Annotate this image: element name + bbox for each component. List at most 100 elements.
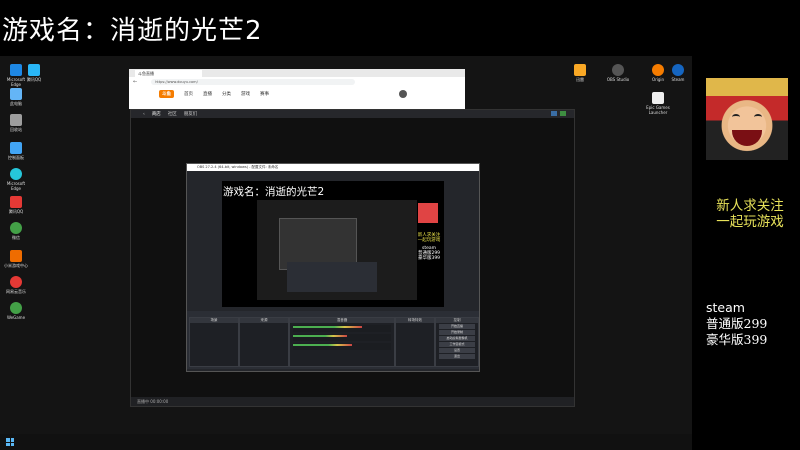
browser-window: 斗鱼直播 ← https://www.douyu.com/ 斗鱼 首页 直播 分… (129, 69, 465, 109)
preview-price-text: steam 普通版299 豪华版399 (417, 246, 441, 261)
nav-item[interactable]: 直播 (203, 91, 212, 97)
obs-preview: 游戏名：消逝的光芒2 新人求关注 一起玩游戏 steam 普通版299 豪华版3… (222, 181, 444, 307)
tab-friends[interactable]: 朋友们 (184, 111, 198, 117)
obs-dock-panels: 场景 来源 混音器 转场特效 控制 开始直播 开始录制 启动虚拟摄像机 工作室模… (187, 311, 479, 369)
follow-message: 新人求关注 一起玩游戏 (700, 198, 800, 230)
qq-icon (28, 64, 40, 76)
mixer-track[interactable] (293, 325, 391, 332)
desktop-icon-obs[interactable]: OBS Studio (604, 64, 632, 82)
preview-follow-text: 新人求关注 一起玩游戏 (417, 233, 441, 243)
virtual-camera-button[interactable]: 启动虚拟摄像机 (439, 336, 475, 341)
price-deluxe: 豪华版399 (706, 332, 768, 347)
browser-tab[interactable]: 斗鱼直播 (135, 70, 202, 77)
nav-item[interactable]: 分类 (222, 91, 231, 97)
preview-avatar (418, 203, 438, 223)
follow-line: 新人求关注 (716, 198, 784, 214)
panel-header: 混音器 (290, 318, 394, 323)
tab-community[interactable]: 社区 (168, 111, 177, 117)
price-normal: 普通版299 (706, 316, 768, 331)
start-recording-button[interactable]: 开始录制 (439, 330, 475, 335)
desktop-icon-wechat[interactable]: 微信 (2, 222, 30, 240)
tab-store[interactable]: 商店 (152, 111, 161, 117)
xunlei-icon (574, 64, 586, 76)
volume-meter (293, 335, 347, 337)
sources-panel: 来源 (239, 317, 289, 367)
control-blue-button[interactable] (551, 111, 557, 116)
wegame-icon (10, 302, 22, 314)
qq-icon (10, 196, 22, 208)
footer-status: 直播中 00:00:00 (137, 399, 169, 404)
nav-item[interactable]: 赛事 (260, 91, 269, 97)
app-footer: 直播中 00:00:00 (131, 397, 574, 406)
site-logo[interactable]: 斗鱼 (159, 90, 174, 98)
desktop-icon-pc[interactable]: 此电脑 (2, 88, 30, 106)
user-avatar[interactable] (399, 90, 407, 98)
panel-header: 转场特效 (396, 318, 434, 323)
desktop-icon-game-center[interactable]: 小米游戏中心 (2, 250, 30, 268)
panel-header: 场景 (190, 318, 238, 323)
settings-button[interactable]: 设置 (439, 348, 475, 353)
recycle-bin-icon (10, 114, 22, 126)
window-controls (551, 111, 566, 116)
stream-title: 游戏名：消逝的光芒2 (2, 16, 263, 46)
desktop-icon-steam[interactable]: Steam (664, 64, 692, 82)
desktop-icon-recycle-bin[interactable]: 回收站 (2, 114, 30, 132)
epic-games-icon (652, 92, 664, 104)
volume-meter (293, 344, 352, 346)
desktop-icon-xunlei[interactable]: 迅雷 (566, 64, 594, 82)
avatar-mouth (732, 130, 762, 146)
browser-address-row: ← https://www.douyu.com/ (129, 77, 465, 86)
preview-stream-title: 游戏名：消逝的光芒2 (223, 186, 325, 198)
app-top-bar: ‹ 商店 社区 朋友们 (131, 110, 574, 118)
edge-icon (10, 168, 22, 180)
nav-item[interactable]: 首页 (184, 91, 193, 97)
avatar-eye (732, 114, 740, 120)
streamer-avatar (706, 78, 788, 160)
desktop-icon-qq-2[interactable]: 腾讯QQ (20, 64, 48, 82)
steam-label: steam (706, 300, 745, 315)
recursive-mixer (287, 262, 377, 292)
obs-title-bar: OBS 27.2.4 (64-bit, windows) - 配置文件: 未命名 (187, 164, 479, 171)
mixer-track[interactable] (293, 334, 391, 341)
back-icon[interactable]: ‹ (143, 112, 145, 117)
music-icon (10, 276, 22, 288)
audio-mixer-panel: 混音器 (289, 317, 395, 367)
origin-icon (652, 64, 664, 76)
obs-icon (612, 64, 624, 76)
desktop-icon-edge-2[interactable]: Microsoft Edge (2, 168, 30, 191)
desktop-icon-control[interactable]: 控制面板 (2, 142, 30, 160)
desktop-icon-qq[interactable]: 腾讯QQ (2, 196, 30, 214)
follow-line: 一起玩游戏 (716, 214, 784, 230)
exit-button[interactable]: 退出 (439, 354, 475, 359)
computer-icon (10, 88, 22, 100)
windows-start-icon[interactable] (6, 438, 14, 446)
avatar-hat (706, 78, 788, 96)
control-panel-icon (10, 142, 22, 154)
volume-meter (293, 326, 362, 328)
mixer-track[interactable] (293, 343, 391, 350)
studio-mode-button[interactable]: 工作室模式 (439, 342, 475, 347)
desktop-icon-wegame[interactable]: WeGame (2, 302, 30, 320)
taskbar (0, 434, 692, 450)
nav-item[interactable]: 游戏 (241, 91, 250, 97)
transitions-panel: 转场特效 (395, 317, 435, 367)
wechat-icon (10, 222, 22, 234)
obs-studio-window: OBS 27.2.4 (64-bit, windows) - 配置文件: 未命名… (186, 163, 480, 372)
browser-tab-bar: 斗鱼直播 (129, 69, 465, 77)
back-icon[interactable]: ← (133, 79, 137, 85)
controls-panel: 控制 开始直播 开始录制 启动虚拟摄像机 工作室模式 设置 退出 (435, 317, 479, 367)
panel-header: 来源 (240, 318, 288, 323)
steam-price-info: steam 普通版299 豪华版399 (706, 300, 767, 348)
panel-header: 控制 (436, 318, 478, 323)
avatar-eye (754, 114, 762, 120)
start-streaming-button[interactable]: 开始直播 (439, 324, 475, 329)
desktop-icon-music[interactable]: 网易云音乐 (2, 276, 30, 294)
desktop-icon-epic[interactable]: Epic Games Launcher (644, 92, 672, 115)
game-center-icon (10, 250, 22, 262)
address-bar[interactable]: https://www.douyu.com/ (151, 78, 356, 85)
site-nav: 斗鱼 首页 直播 分类 游戏 赛事 (129, 86, 465, 102)
steam-icon (672, 64, 684, 76)
preview-recursive-capture (257, 200, 417, 300)
scenes-panel: 场景 (189, 317, 239, 367)
control-green-button[interactable] (560, 111, 566, 116)
